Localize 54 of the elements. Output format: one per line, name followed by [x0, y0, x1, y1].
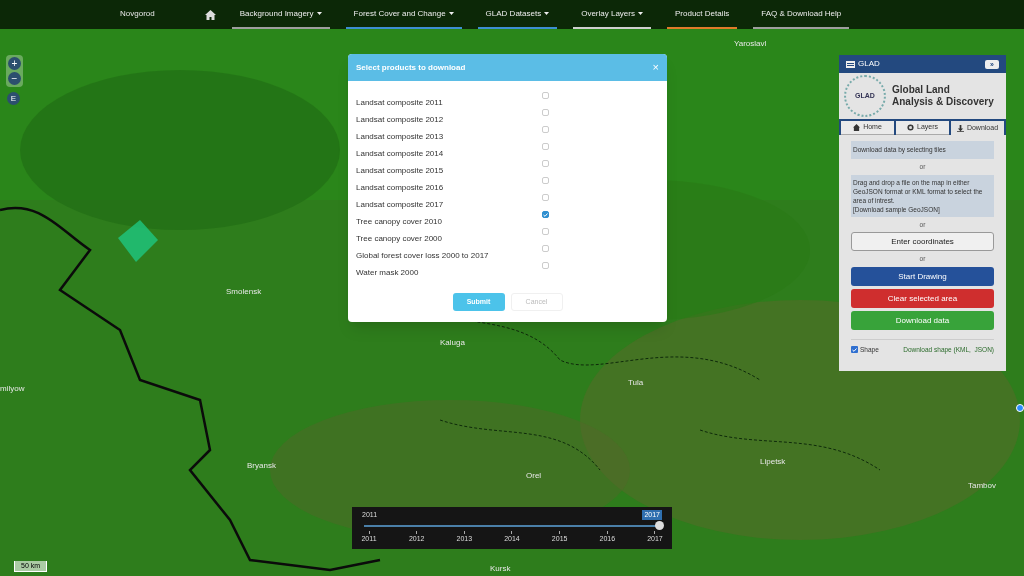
enter-coordinates-button[interactable]: Enter coordinates: [851, 232, 994, 252]
product-label: Tree canopy cover 2010: [356, 216, 443, 228]
nav-menu-item[interactable]: Forest Cover and Change: [345, 0, 462, 29]
product-checkbox[interactable]: [542, 109, 549, 116]
download-icon: [956, 124, 964, 132]
product-checkbox[interactable]: [542, 211, 549, 218]
product-checkbox[interactable]: [542, 262, 549, 269]
place-label: Kursk: [490, 563, 511, 575]
product-checkbox[interactable]: [542, 126, 549, 133]
start-drawing-button[interactable]: Start Drawing: [851, 267, 994, 286]
place-label: Bryansk: [247, 460, 276, 472]
product-label: Landsat composite 2012: [356, 114, 445, 126]
place-label: Tula: [628, 377, 644, 389]
slider-handle[interactable]: [655, 521, 664, 530]
product-checkbox[interactable]: [542, 92, 549, 99]
product-checkbox[interactable]: [542, 177, 549, 184]
product-checkbox[interactable]: [542, 160, 549, 167]
panel-icon: [846, 60, 855, 68]
globe-icon: [907, 124, 914, 131]
product-label: Landsat composite 2011: [356, 97, 444, 109]
nav-menu-item[interactable]: FAQ & Download Help: [753, 0, 850, 29]
place-label: Smolensk: [226, 286, 262, 298]
nav-menu-item[interactable]: GLAD Datasets: [477, 0, 558, 29]
product-label: Landsat composite 2017: [356, 199, 445, 211]
product-checkbox[interactable]: [542, 143, 549, 150]
product-checkbox[interactable]: [542, 194, 549, 201]
home-icon[interactable]: [204, 9, 216, 20]
nav-menu-item[interactable]: Overlay Layers: [573, 0, 651, 29]
home-icon: [853, 124, 861, 131]
product-label: Water mask 2000: [356, 267, 420, 279]
place-label: milyow: [0, 383, 25, 395]
place-label: Kaluga: [440, 337, 465, 349]
panel-heading: Analysis & Discovery: [892, 96, 994, 108]
place-label: Tambov: [968, 480, 996, 492]
product-label: Landsat composite 2014: [356, 148, 445, 160]
product-label: Global forest cover loss 2000 to 2017: [356, 250, 490, 262]
nav-menu-item[interactable]: Background Imagery: [231, 0, 330, 29]
panel-title: GLAD: [858, 58, 880, 70]
place-label: Yaroslavl: [734, 38, 767, 50]
product-checkbox[interactable]: [542, 228, 549, 235]
shape-checkbox[interactable]: [851, 346, 858, 354]
dialog-title: Select products to download: [356, 61, 466, 74]
clear-area-button[interactable]: Clear selected area: [851, 289, 994, 308]
location-marker-icon: [1016, 404, 1024, 412]
nav-menu-item[interactable]: Product Details: [667, 0, 738, 29]
product-checkbox[interactable]: [542, 245, 549, 252]
product-label: Landsat composite 2013: [356, 131, 445, 143]
place-label: Orel: [526, 470, 542, 482]
place-label: Novgorod: [120, 8, 155, 20]
panel-heading: Global Land: [892, 84, 951, 96]
product-label: Landsat composite 2016: [356, 182, 445, 194]
place-label: Lipetsk: [760, 456, 786, 468]
product-label: Tree canopy cover 2000: [356, 233, 443, 245]
product-label: Landsat composite 2015: [356, 165, 445, 177]
